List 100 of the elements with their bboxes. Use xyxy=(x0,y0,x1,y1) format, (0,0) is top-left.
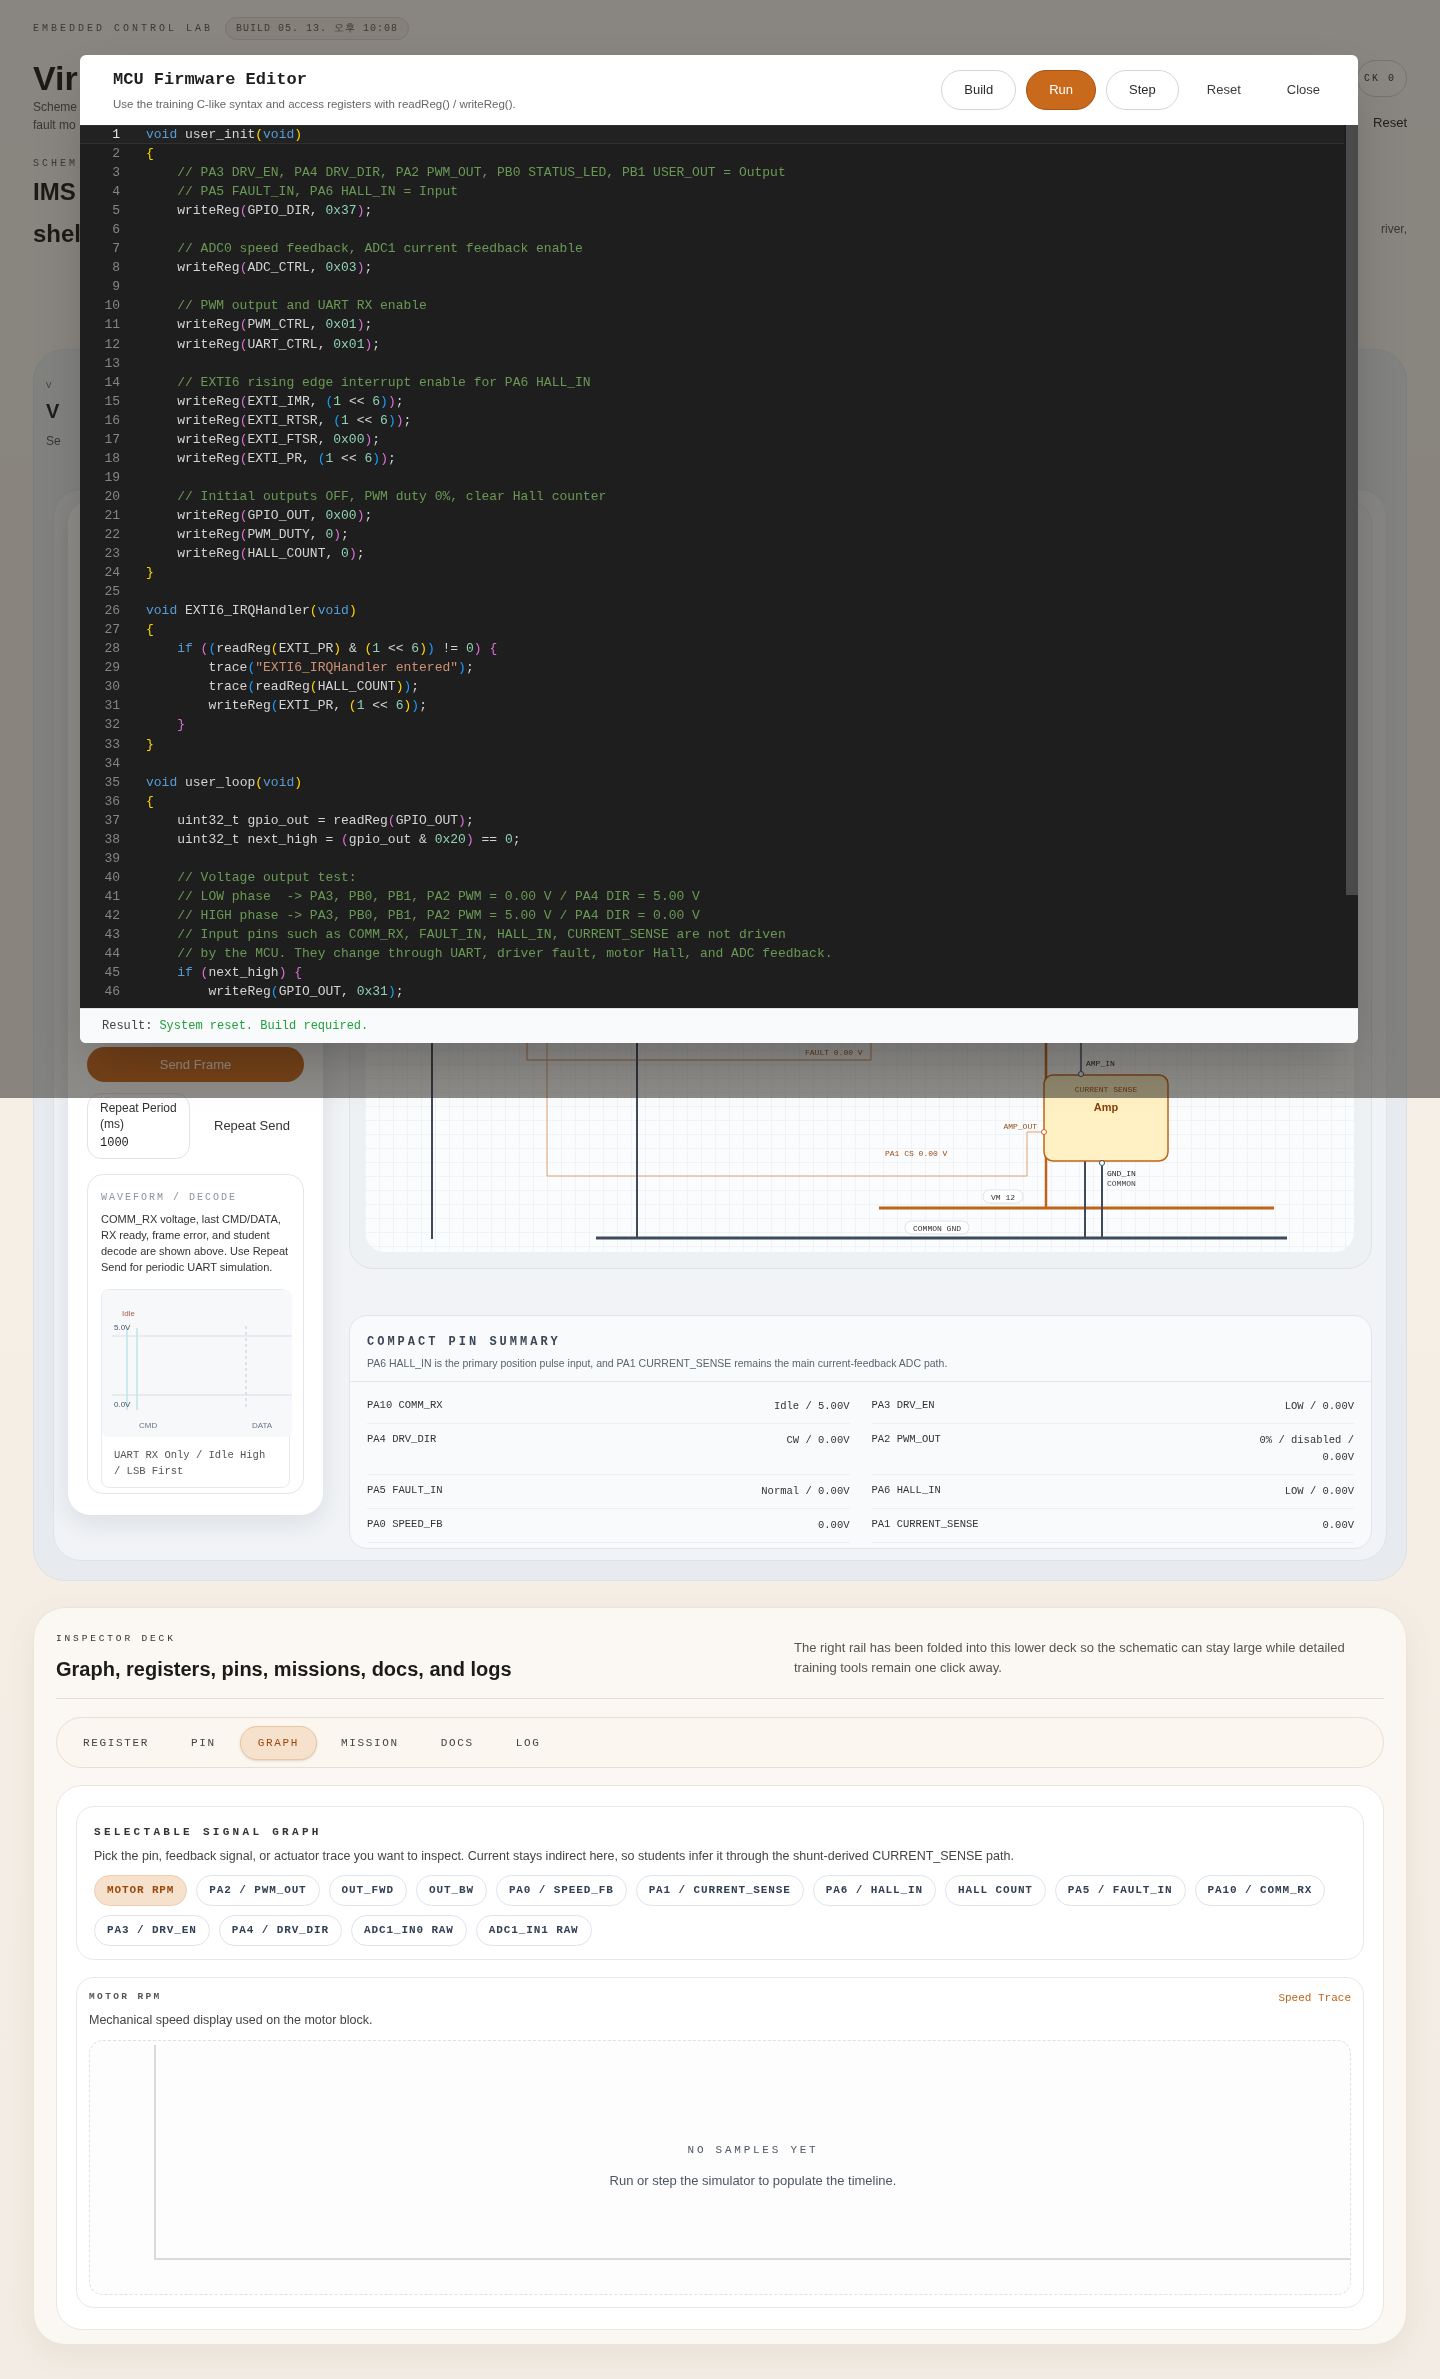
repeat-period-field[interactable]: Repeat Period (ms) 1000 xyxy=(87,1093,190,1159)
line-number: 4 xyxy=(111,183,120,201)
signal-chip[interactable]: PA3 / DRV_EN xyxy=(94,1914,210,1946)
dialog-subtitle: Use the training C-like syntax and access registers with readReg() / writeReg(). xyxy=(113,97,516,113)
tab[interactable]: PIN xyxy=(173,1725,234,1760)
tick-counter: CK 0 xyxy=(1357,60,1407,97)
tab[interactable]: LOG xyxy=(497,1725,559,1760)
pin-value: LOW / 0.00V xyxy=(1284,1398,1354,1414)
code-line: // PA5 FAULT_IN, PA6 HALL_IN = Input xyxy=(176,183,459,201)
code-line: uint32_t next_high = (gpio_out & 0x20) == 0; xyxy=(176,830,521,848)
line-number: 33 xyxy=(103,735,120,753)
wire-label: PA1 CS 0.00 V xyxy=(885,1149,948,1158)
code-line: writeReg(EXTI_RTSR, (1 << 6)); xyxy=(176,411,412,429)
line-number: 19 xyxy=(103,468,120,486)
panel-title: V xyxy=(46,398,60,424)
toolbar-button[interactable]: Build xyxy=(941,70,1017,110)
repeat-send-button[interactable]: Repeat Send xyxy=(200,1106,304,1146)
tab[interactable]: DOCS xyxy=(422,1725,492,1760)
code-line: writeReg(EXTI_IMR, (1 << 6)); xyxy=(176,392,404,410)
state-label: Idle xyxy=(122,1309,135,1318)
pin-name: PA10 COMM_RX xyxy=(367,1397,443,1413)
line-number: 37 xyxy=(103,811,120,829)
signal-chip[interactable]: PA2 / PWM_OUT xyxy=(196,1874,320,1906)
line-number: 44 xyxy=(103,945,120,963)
card-text: COMM_RX voltage, last CMD/DATA, RX ready, frame error, and student decode are shown above. Use Repeat Send for periodic UART simulation. xyxy=(101,1212,290,1275)
code-line: // Input pins such as COMM_RX, FAULT_IN, HALL_IN, CURRENT_SENSE are not driven xyxy=(176,925,786,943)
signal-chip[interactable]: PA6 / HALL_IN xyxy=(812,1874,937,1906)
pin-name: PA3 DRV_EN xyxy=(871,1397,935,1413)
page-title: Vir xyxy=(33,58,78,98)
toolbar-button[interactable]: Reset xyxy=(1188,70,1259,110)
signal-chip[interactable]: HALL COUNT xyxy=(945,1874,1046,1906)
signal-chip[interactable]: MOTOR RPM xyxy=(94,1874,188,1906)
code-line: writeReg(PWM_DUTY, 0); xyxy=(176,526,349,544)
toolbar-button[interactable]: Run xyxy=(1026,70,1097,110)
signal-chip[interactable]: OUT_FWD xyxy=(328,1874,407,1906)
line-number: 9 xyxy=(111,278,120,296)
code-line: if (next_high) { xyxy=(176,964,303,982)
pin-value: 0.00V xyxy=(818,1517,850,1533)
line-number: 38 xyxy=(103,830,120,848)
signal-chip[interactable]: PA1 / CURRENT_SENSE xyxy=(635,1874,804,1906)
code-line: { xyxy=(146,621,154,639)
signal-chip[interactable]: PA10 / COMM_RX xyxy=(1194,1874,1326,1906)
toolbar-button[interactable]: Close xyxy=(1268,70,1338,110)
code-line: writeReg(ADC_CTRL, 0x03); xyxy=(176,259,373,277)
card-title: WAVEFORM / DECODE xyxy=(101,1191,239,1205)
code-line: writeReg(PWM_CTRL, 0x01); xyxy=(176,316,373,334)
rail-tag: COMMON GND xyxy=(904,1220,970,1235)
signal-chip[interactable]: PA5 / FAULT_IN xyxy=(1054,1874,1186,1906)
scrollbar-thumb[interactable] xyxy=(1346,125,1358,895)
tab[interactable]: REGISTER xyxy=(65,1725,167,1760)
field-label: DATA xyxy=(252,1421,273,1430)
graph-title: MOTOR RPM xyxy=(89,1990,162,2005)
pin-value: CW / 0.00V xyxy=(786,1432,850,1448)
pin-name: PA6 HALL_IN xyxy=(871,1482,941,1498)
line-number: 12 xyxy=(103,335,120,353)
result-label: Result: xyxy=(102,1018,153,1035)
line-number: 21 xyxy=(103,506,120,524)
amp-block[interactable] xyxy=(1043,1074,1169,1162)
line-number: 36 xyxy=(103,792,120,810)
card-text: Pick the pin, feedback signal, or actuator trace you want to inspect. Current stays indirect here, so students infer it through the shunt-derived CURRENT_SENSE path. xyxy=(94,1847,1015,1865)
signal-chip[interactable]: ADC1_IN0 RAW xyxy=(351,1914,467,1946)
line-number: 31 xyxy=(103,697,120,715)
reset-button[interactable]: Reset xyxy=(1373,113,1407,133)
line-number: 24 xyxy=(103,564,120,582)
pin-label: AMP_IN xyxy=(1086,1059,1115,1068)
section-title: shel xyxy=(33,219,82,249)
signal-chip[interactable]: PA0 / SPEED_FB xyxy=(495,1874,627,1906)
pin-terminal[interactable] xyxy=(1041,1129,1047,1135)
pin-value: LOW / 0.00V xyxy=(1284,1483,1354,1499)
pin-terminal[interactable] xyxy=(1078,1071,1084,1077)
line-number: 3 xyxy=(111,164,120,182)
panel-note: Se xyxy=(46,432,61,450)
code-line: writeReg(GPIO_DIR, 0x37); xyxy=(176,202,373,220)
line-number: 45 xyxy=(103,964,120,982)
line-number: 23 xyxy=(103,545,120,563)
tab[interactable]: MISSION xyxy=(323,1725,417,1760)
toolbar-button[interactable]: Step xyxy=(1106,70,1179,110)
tab[interactable]: GRAPH xyxy=(239,1725,318,1760)
block-name: Amp xyxy=(1093,1101,1119,1113)
code-line: trace("EXTI6_IRQHandler entered"); xyxy=(207,659,474,677)
pin-terminal[interactable] xyxy=(1099,1160,1105,1166)
line-number: 14 xyxy=(103,373,120,391)
signal-chip[interactable]: PA4 / DRV_DIR xyxy=(218,1914,343,1946)
line-number: 16 xyxy=(103,411,120,429)
signal-chip[interactable]: ADC1_IN1 RAW xyxy=(475,1914,592,1946)
line-number: 10 xyxy=(103,297,120,315)
plot-caption: UART RX Only / Idle High / LSB First xyxy=(113,1448,267,1479)
code-line: { xyxy=(146,145,154,163)
code-line: trace(readReg(HALL_COUNT)); xyxy=(207,678,420,696)
code-line: // EXTI6 rising edge interrupt enable for PA6 HALL_IN xyxy=(176,373,591,391)
empty-title: NO SAMPLES YET xyxy=(687,2143,819,2158)
code-line: // ADC0 speed feedback, ADC1 current feedback enable xyxy=(176,240,583,258)
pin-label: AMP_OUT xyxy=(1003,1122,1037,1131)
pin-name: PA2 PWM_OUT xyxy=(871,1431,941,1447)
line-number: 25 xyxy=(103,583,120,601)
line-number: 18 xyxy=(103,449,120,467)
signal-chip[interactable]: OUT_BW xyxy=(416,1874,487,1906)
line-number: 39 xyxy=(103,849,120,867)
code-line: uint32_t gpio_out = readReg(GPIO_OUT); xyxy=(176,811,474,829)
line-number: 15 xyxy=(103,392,120,410)
